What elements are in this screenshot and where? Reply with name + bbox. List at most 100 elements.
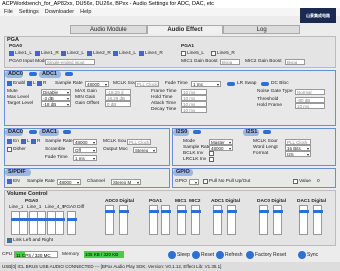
- dac-en-checkbox[interactable]: [7, 139, 12, 144]
- gpio-value-checkbox[interactable]: [293, 179, 298, 184]
- slider-line45-r[interactable]: [55, 211, 65, 235]
- adc1-toggle[interactable]: [65, 72, 73, 76]
- line4l-checkbox[interactable]: [113, 51, 118, 56]
- dac0-toggle[interactable]: [29, 130, 37, 134]
- gpio-panel: GPIO GPIO Pull No Pull Up/Out Value 0: [172, 168, 336, 188]
- line5l-checkbox[interactable]: [181, 51, 186, 56]
- dac-l-label: L: [27, 139, 30, 144]
- decay-time-label: Decay Time: [151, 107, 177, 112]
- slider-adc1-r[interactable]: [227, 205, 237, 235]
- i2s1-label: I2S1: [246, 129, 258, 135]
- adc-fade-label: Fade Time: [165, 81, 188, 86]
- slider-line1b-r[interactable]: [37, 211, 47, 235]
- bclk-inv-checkbox[interactable]: [209, 151, 214, 156]
- factory-reset-button[interactable]: Factory Reset: [246, 251, 286, 259]
- dac-sample-rate-dropdown[interactable]: 48000: [73, 139, 97, 145]
- dac-r-label: R: [37, 139, 41, 144]
- gpio-title: GPIO: [176, 169, 190, 175]
- i2s0-toggle[interactable]: [193, 130, 201, 134]
- adc-fade-dropdown[interactable]: 1 ms: [191, 81, 221, 87]
- target-level-dropdown[interactable]: -18 dB: [41, 101, 71, 107]
- spdif-title: S/PDIF: [8, 169, 26, 175]
- menu-file[interactable]: File: [4, 9, 13, 15]
- gpio-dropdown[interactable]: [189, 179, 199, 185]
- decay-time-field[interactable]: 10 ms: [181, 107, 207, 113]
- sync-button[interactable]: Sync: [298, 251, 318, 259]
- hold-time-label: Hold Time: [151, 95, 173, 100]
- dac-fade-dropdown[interactable]: 1 ms: [73, 155, 97, 161]
- sleep-button[interactable]: Sleep: [168, 251, 190, 259]
- dither-checkbox[interactable]: [7, 147, 12, 152]
- line1l-checkbox[interactable]: [9, 51, 14, 56]
- spdif-en-label: EN: [13, 179, 20, 184]
- dac-r-checkbox[interactable]: [31, 139, 36, 144]
- slider-dac0-l[interactable]: [259, 205, 269, 235]
- gain-offset-field[interactable]: 0 dB: [105, 101, 131, 107]
- dac-l-checkbox[interactable]: [21, 139, 26, 144]
- line5r-checkbox[interactable]: [211, 51, 216, 56]
- i2s1-toggle[interactable]: [263, 130, 271, 134]
- line4r-label: Line4_R: [145, 51, 163, 56]
- adc0-toggle[interactable]: [29, 72, 37, 76]
- line2r-label: Line2_R: [93, 51, 111, 56]
- slider-line1a-r[interactable]: [19, 211, 29, 235]
- line2l-checkbox[interactable]: [61, 51, 66, 56]
- line4r-checkbox[interactable]: [139, 51, 144, 56]
- mic2-boost-field[interactable]: Bypa: [285, 59, 305, 65]
- slider-mic1[interactable]: [177, 205, 187, 235]
- dac1-toggle[interactable]: [63, 130, 71, 134]
- spdif-en-checkbox[interactable]: [7, 179, 12, 184]
- vol-mic2-label: MIC2: [189, 199, 201, 204]
- dc-blocker-toggle[interactable]: [261, 82, 269, 86]
- scramble-dropdown[interactable]: Off: [73, 147, 97, 153]
- dac-mclk-field[interactable]: PLL Clock: [127, 139, 151, 145]
- i2s0-header: I2S0: [173, 129, 189, 136]
- line1r-checkbox[interactable]: [35, 51, 40, 56]
- lrclk-inv-checkbox[interactable]: [209, 157, 214, 162]
- menu-settings[interactable]: Settings: [19, 9, 39, 15]
- slider-adc1-l[interactable]: [213, 205, 223, 235]
- mic1-boost-field[interactable]: Bypa: [220, 59, 240, 65]
- refresh-button[interactable]: Refresh: [216, 251, 243, 259]
- connection-status: USB[0] ICL BRUS USB AUDIO CONNECTED --- …: [0, 262, 340, 271]
- noise-gate-field[interactable]: Normal: [295, 89, 325, 95]
- output-mode-dropdown[interactable]: Stereo: [133, 147, 157, 153]
- reset-button[interactable]: Reset: [192, 251, 214, 259]
- hold-frame-field[interactable]: 10 ms: [295, 103, 325, 109]
- menu-help[interactable]: Help: [80, 9, 91, 15]
- gain-offset-label: Gain Offset: [75, 101, 100, 106]
- slider-dac0-r[interactable]: [273, 205, 283, 235]
- menu-downloader[interactable]: Downloader: [45, 9, 74, 15]
- tab-audio-module[interactable]: Audio Module: [70, 25, 147, 34]
- slider-adc0-l[interactable]: [105, 205, 115, 235]
- slider-mic2[interactable]: [191, 205, 201, 235]
- link-lr-checkbox[interactable]: [7, 238, 12, 243]
- spdif-sample-rate-dropdown[interactable]: 48000: [57, 179, 81, 185]
- vol-dac1-label: DAC1 Digital: [297, 199, 327, 204]
- input-mode-field[interactable]: Single-ended input: [45, 59, 95, 65]
- adc-r-checkbox[interactable]: [37, 81, 42, 86]
- line2r-checkbox[interactable]: [87, 51, 92, 56]
- slider-adc0-r[interactable]: [119, 205, 129, 235]
- slider-pga1-l[interactable]: [149, 205, 159, 235]
- vol-mic1-label: MIC1: [175, 199, 187, 204]
- adc-enable-label: Enabl: [13, 81, 26, 86]
- menu-bar: File Settings Downloader Help: [0, 8, 340, 16]
- gpio-pull-checkbox[interactable]: [203, 179, 208, 184]
- slider-pga0diff[interactable]: [67, 211, 77, 235]
- slider-dac1-l[interactable]: [299, 205, 309, 235]
- dac0-label: DAC0: [8, 129, 23, 135]
- tab-log[interactable]: Log: [223, 25, 301, 34]
- max-level-label: Max Level: [7, 95, 29, 100]
- slider-dac1-r[interactable]: [313, 205, 323, 235]
- tab-audio-effect[interactable]: Audio Effect: [146, 25, 224, 34]
- adc-enable-checkbox[interactable]: [7, 81, 12, 86]
- link-lr-label: Link Left and Right: [13, 238, 54, 243]
- spdif-channel-dropdown[interactable]: Stereo M: [111, 179, 141, 185]
- adc-l-checkbox[interactable]: [27, 81, 32, 86]
- format-dropdown[interactable]: I2S: [285, 151, 311, 157]
- lr-swap-toggle[interactable]: [227, 82, 235, 86]
- adc-mclk-field[interactable]: PLL Clock2: [135, 81, 159, 87]
- adc-sample-rate-dropdown[interactable]: 48000: [85, 81, 109, 87]
- slider-pga1-r[interactable]: [161, 205, 171, 235]
